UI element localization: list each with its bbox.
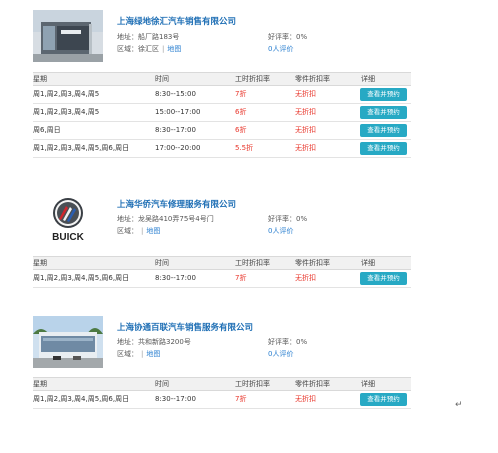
row-parts-discount: 无折扣 [295,274,316,282]
dealer-address-3: 地址：共和新路3200号 [117,337,191,347]
col-time: 时间 [155,259,169,267]
view-book-button[interactable]: 查看并预约 [360,88,407,101]
row-labor-discount: 7折 [235,274,247,282]
table-row: 周1,周2,周3,周4,周5 8:30--15:00 7折 无折扣 查看并预约 [33,86,411,104]
address-value: 共和新路3200号 [138,338,191,346]
dealer-rating-1: 好评率：0% [268,32,307,42]
col-days: 星期 [33,380,47,388]
map-link-1[interactable]: 地图 [167,45,181,53]
col-time: 时间 [155,75,169,83]
dealer-area-3: 区域： | 地图 [117,349,160,359]
review-count-2[interactable]: 0人评价 [268,226,293,236]
dealer-photo-3[interactable] [33,316,103,368]
row-time: 8:30--17:00 [155,274,196,282]
buick-logo[interactable]: BUICK [33,192,103,244]
area-value: 徐汇区 [138,45,159,53]
col-parts-discount: 零件折扣率 [295,75,330,83]
table-row: 周1,周2,周3,周4,周5,周6,周日 8:30--17:00 7折 无折扣 … [33,270,411,288]
col-labor-discount: 工时折扣率 [235,380,270,388]
row-time: 8:30--17:00 [155,395,196,403]
buick-logo-text: BUICK [52,232,84,243]
schedule-table-1: 星期 时间 工时折扣率 零件折扣率 详细 周1,周2,周3,周4,周5 8:30… [33,72,411,158]
col-labor-discount: 工时折扣率 [235,259,270,267]
row-labor-discount: 6折 [235,108,247,116]
dealer-address-2: 地址：龙吴路410弄75号4号门 [117,214,214,224]
row-parts-discount: 无折扣 [295,395,316,403]
table-row: 周1,周2,周3,周4,周5,周6,周日 17:00--20:00 5.5折 无… [33,140,411,158]
rating-label: 好评率： [268,33,296,41]
row-labor-discount: 7折 [235,395,247,403]
table-row: 周6,周日 8:30--17:00 6折 无折扣 查看并预约 [33,122,411,140]
dealer-address-1: 地址：船厂路183号 [117,32,179,42]
address-label: 地址： [117,33,138,41]
row-days: 周1,周2,周3,周4,周5,周6,周日 [33,274,130,282]
row-parts-discount: 无折扣 [295,144,316,152]
row-labor-discount: 7折 [235,90,247,98]
table-row: 周1,周2,周3,周4,周5 15:00--17:00 6折 无折扣 查看并预约 [33,104,411,122]
row-parts-discount: 无折扣 [295,90,316,98]
review-count-3[interactable]: 0人评价 [268,349,293,359]
area-label: 区域： [117,45,138,53]
divider: | [141,350,144,358]
map-link-3[interactable]: 地图 [146,350,160,358]
rating-label: 好评率： [268,338,296,346]
map-link-2[interactable]: 地图 [146,227,160,235]
table-header: 星期 时间 工时折扣率 零件折扣率 详细 [33,377,411,391]
address-value: 龙吴路410弄75号4号门 [138,215,214,223]
rating-value: 0% [296,33,308,41]
col-time: 时间 [155,380,169,388]
col-labor-discount: 工时折扣率 [235,75,270,83]
row-time: 8:30--17:00 [155,126,196,134]
rating-value: 0% [296,338,308,346]
address-label: 地址： [117,338,138,346]
area-label: 区域： [117,350,138,358]
view-book-button[interactable]: 查看并预约 [360,272,407,285]
col-days: 星期 [33,75,47,83]
address-value: 船厂路183号 [138,33,180,41]
dealer-area-1: 区域：徐汇区 | 地图 [117,44,181,54]
row-days: 周1,周2,周3,周4,周5 [33,108,100,116]
area-label: 区域： [117,227,138,235]
col-days: 星期 [33,259,47,267]
table-header: 星期 时间 工时折扣率 零件折扣率 详细 [33,72,411,86]
view-book-button[interactable]: 查看并预约 [360,106,407,119]
row-time: 17:00--20:00 [155,144,201,152]
col-detail: 详细 [361,75,375,83]
row-days: 周6,周日 [33,126,61,134]
col-parts-discount: 零件折扣率 [295,259,330,267]
row-time: 15:00--17:00 [155,108,201,116]
view-book-button[interactable]: 查看并预约 [360,142,407,155]
dealer-name-2[interactable]: 上海华侨汽车修理服务有限公司 [117,198,236,210]
row-days: 周1,周2,周3,周4,周5,周6,周日 [33,395,130,403]
table-row: 周1,周2,周3,周4,周5,周6,周日 8:30--17:00 7折 无折扣 … [33,391,411,409]
table-header: 星期 时间 工时折扣率 零件折扣率 详细 [33,256,411,270]
col-detail: 详细 [361,259,375,267]
divider: | [162,45,165,53]
dealer-photo-1[interactable] [33,10,103,62]
row-days: 周1,周2,周3,周4,周5 [33,90,100,98]
paragraph-mark-icon: ↵ [455,400,463,410]
rating-label: 好评率： [268,215,296,223]
row-time: 8:30--15:00 [155,90,196,98]
col-parts-discount: 零件折扣率 [295,380,330,388]
view-book-button[interactable]: 查看并预约 [360,124,407,137]
row-labor-discount: 6折 [235,126,247,134]
dealer-name-3[interactable]: 上海协通百联汽车销售服务有限公司 [117,321,253,333]
schedule-table-3: 星期 时间 工时折扣率 零件折扣率 详细 周1,周2,周3,周4,周5,周6,周… [33,377,411,409]
dealer-name-1[interactable]: 上海绿地徐汇汽车销售有限公司 [117,15,236,27]
row-parts-discount: 无折扣 [295,126,316,134]
rating-value: 0% [296,215,308,223]
view-book-button[interactable]: 查看并预约 [360,393,407,406]
row-days: 周1,周2,周3,周4,周5,周6,周日 [33,144,130,152]
dealer-rating-3: 好评率：0% [268,337,307,347]
divider: | [141,227,144,235]
row-labor-discount: 5.5折 [235,144,254,152]
dealer-area-2: 区域： | 地图 [117,226,160,236]
col-detail: 详细 [361,380,375,388]
schedule-table-2: 星期 时间 工时折扣率 零件折扣率 详细 周1,周2,周3,周4,周5,周6,周… [33,256,411,288]
dealer-rating-2: 好评率：0% [268,214,307,224]
address-label: 地址： [117,215,138,223]
row-parts-discount: 无折扣 [295,108,316,116]
review-count-1[interactable]: 0人评价 [268,44,293,54]
